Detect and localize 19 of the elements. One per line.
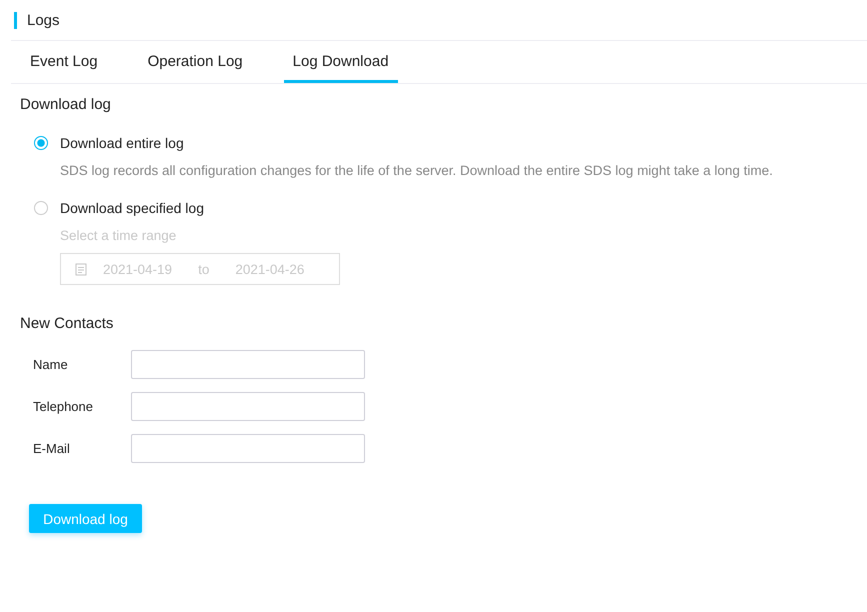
radio-button[interactable] [34,201,48,215]
input-field[interactable] [131,350,365,379]
tab[interactable]: Log Download [284,41,398,83]
calendar-icon [75,262,87,276]
section-title: Download log [20,96,112,113]
tab[interactable]: Event Log [21,41,107,83]
tab[interactable]: Operation Log [138,41,252,83]
radio-label[interactable]: Download entire log [60,135,184,151]
radio-button[interactable] [34,136,48,150]
field-label: Telephone [33,399,94,414]
input-field[interactable] [131,392,365,421]
radio-label[interactable]: Download specified log [60,200,204,216]
title-accent-bar [14,12,17,28]
option-description: SDS log records all configuration changes for the life of the server. Download the entire SDS log might take a long time. [60,163,774,178]
section-title: New Contacts [20,315,114,332]
page-title: Logs [27,12,60,28]
field-label: Name [33,357,69,372]
field-label: E-Mail [33,441,71,456]
input-field[interactable] [131,434,365,463]
